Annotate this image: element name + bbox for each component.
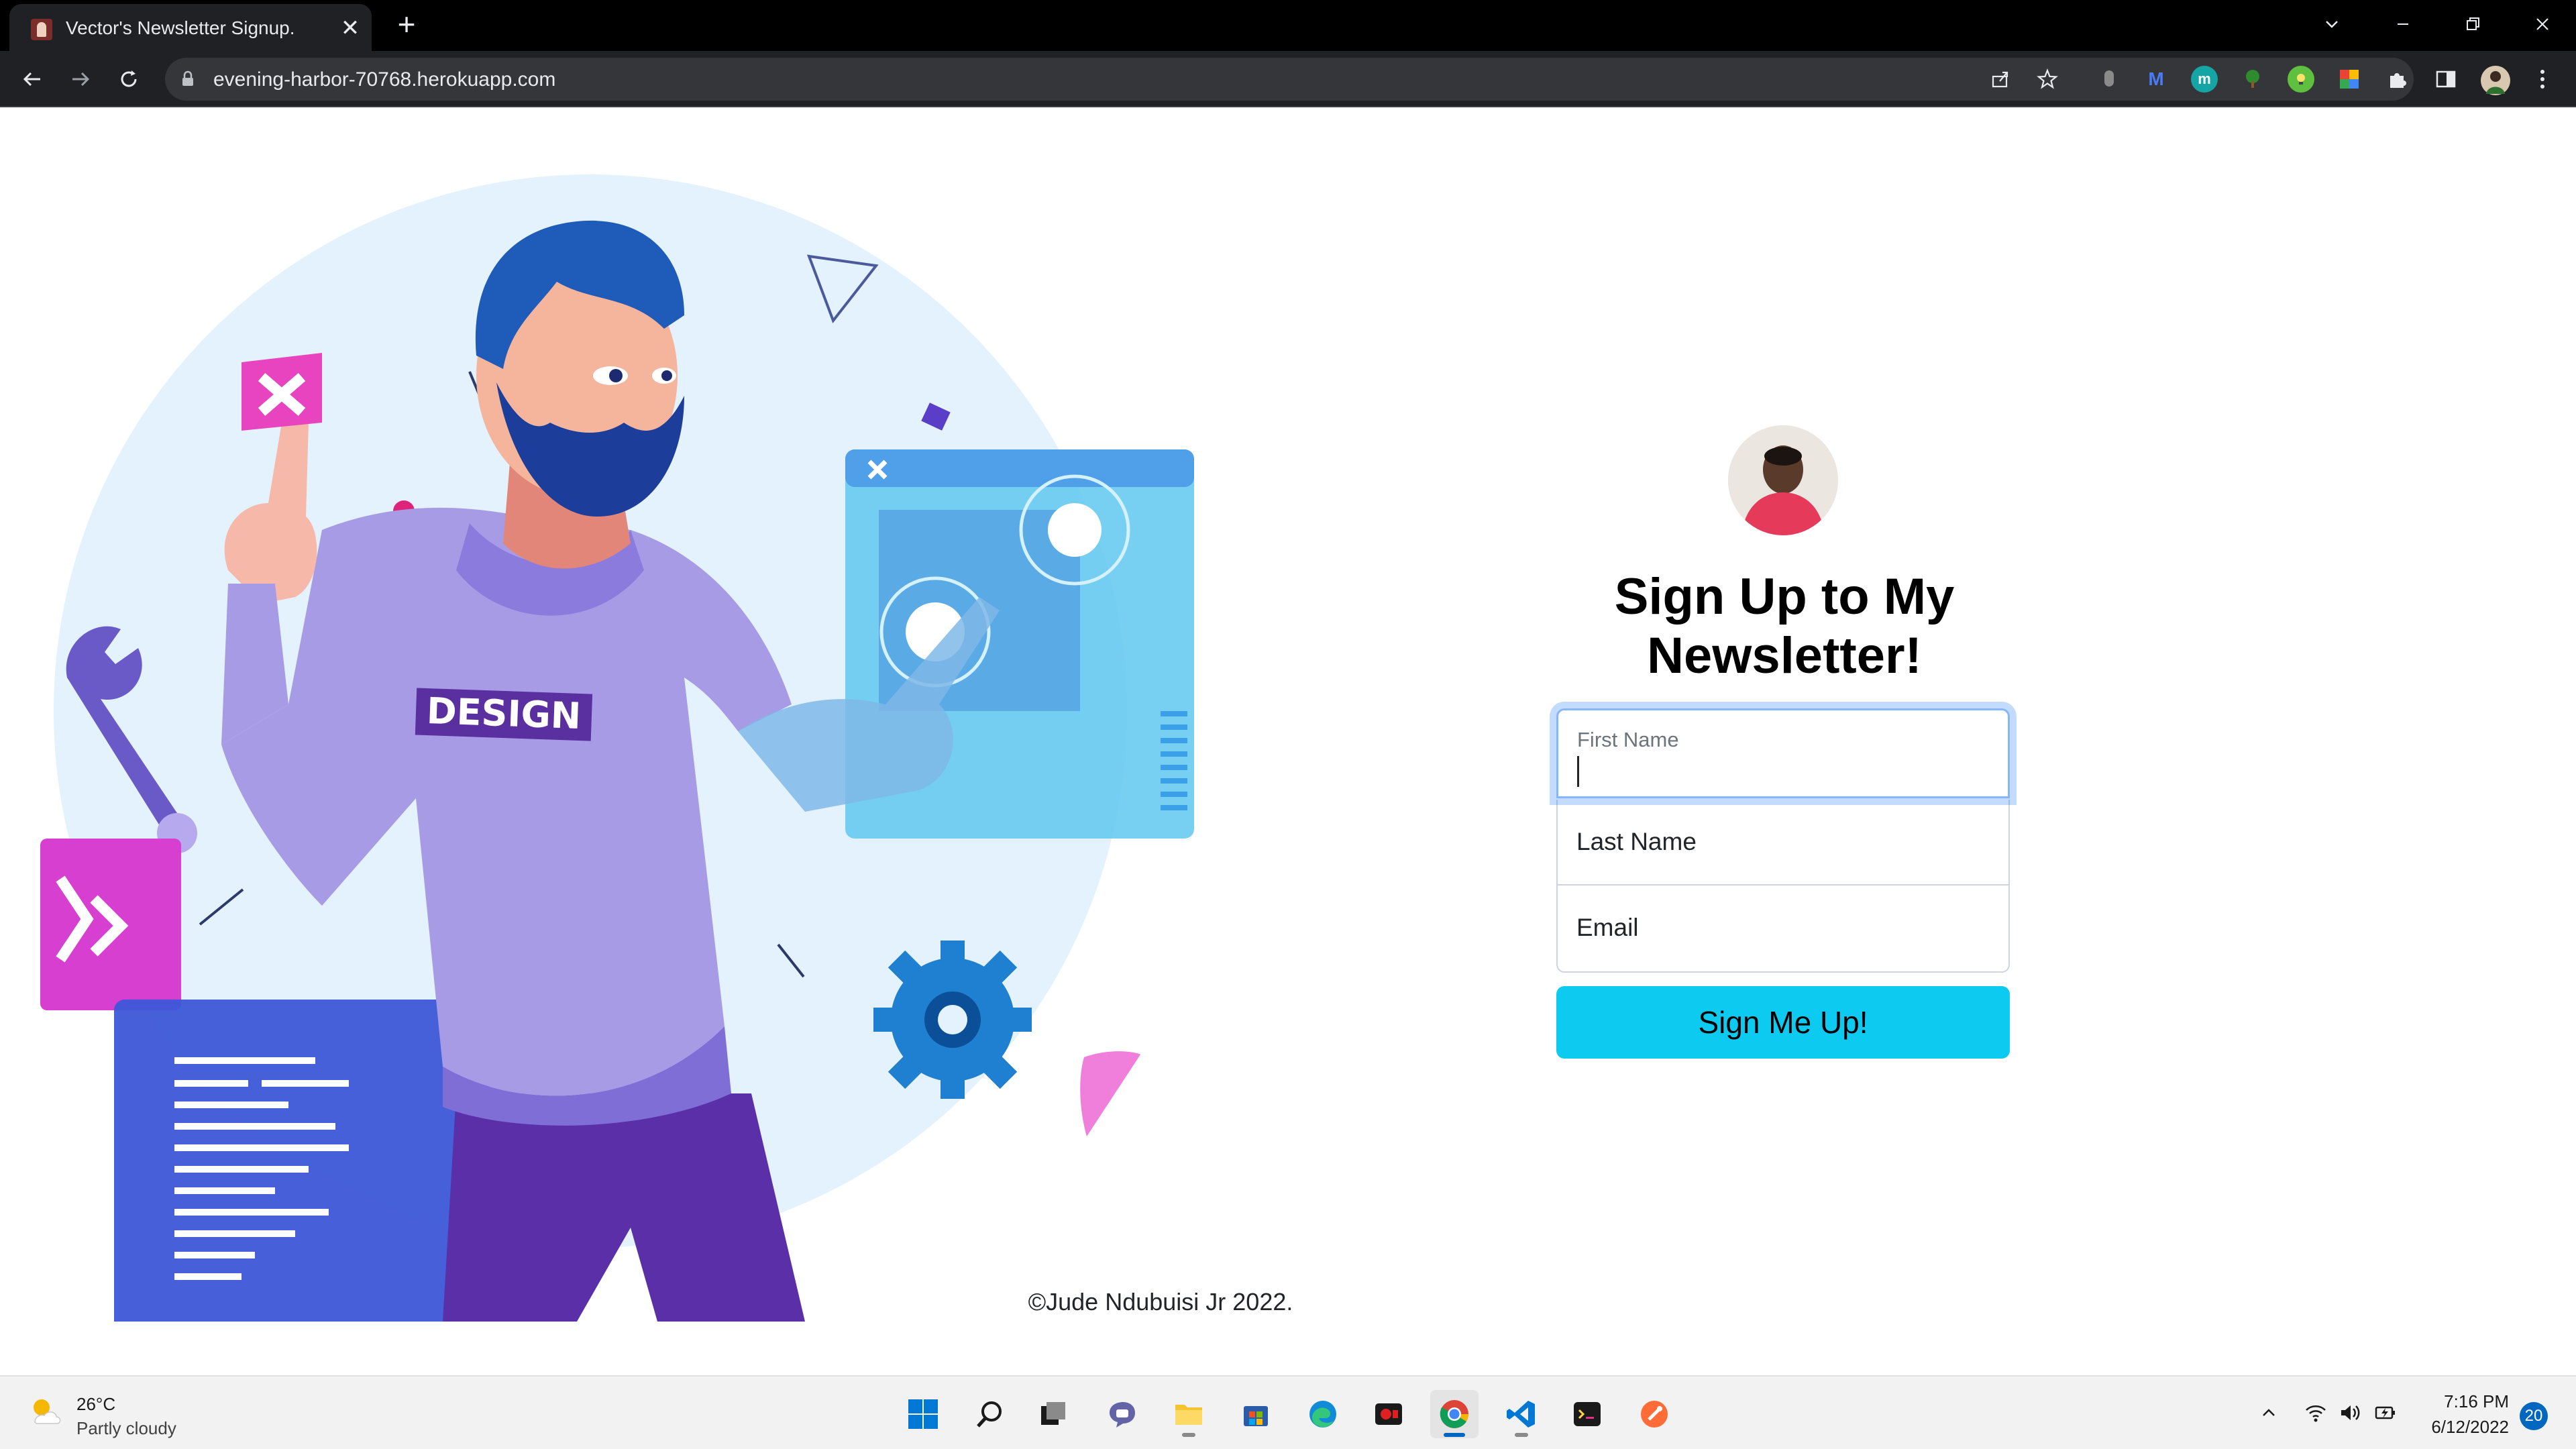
share-icon[interactable] [1987, 66, 2014, 93]
lock-icon [178, 70, 197, 89]
windows-taskbar: 26°C Partly cloudy 7:16 PM 6/12/2022 20 [0, 1375, 2576, 1449]
extension-m-circle-icon[interactable]: m [2191, 66, 2218, 93]
chrome-browser-icon[interactable] [1430, 1390, 1479, 1438]
close-window-icon[interactable] [2522, 4, 2563, 44]
last-name-field[interactable]: Last Name [1556, 800, 2010, 885]
notification-badge[interactable]: 20 [2520, 1402, 2548, 1430]
close-sign-icon [241, 353, 322, 431]
clock-time[interactable]: 7:16 PM [2422, 1391, 2509, 1412]
form-title: Sign Up to My Newsletter! [1614, 568, 1955, 684]
task-view-icon[interactable] [1029, 1390, 1077, 1438]
extension-bulb-icon[interactable] [2288, 66, 2314, 93]
bookmark-star-icon[interactable] [2034, 66, 2061, 93]
chrome-menu-icon[interactable] [2529, 66, 2556, 93]
pink-leaf-shape [1080, 1051, 1140, 1136]
back-arrow-icon[interactable] [13, 60, 51, 98]
minimize-icon[interactable] [2383, 4, 2423, 44]
browser-toolbar: evening-harbor-70768.herokuapp.com M m [0, 51, 2576, 107]
edge-browser-icon[interactable] [1299, 1390, 1347, 1438]
extension-mouse-icon[interactable] [2096, 66, 2123, 93]
tab-strip: Vector's Newsletter Signup. ✕ + [0, 0, 2576, 51]
extension-m-icon[interactable]: M [2143, 66, 2169, 93]
gear-icon [873, 941, 1032, 1099]
email-field[interactable]: Email [1556, 885, 2010, 973]
forward-arrow-icon[interactable] [62, 60, 99, 98]
avatar-favicon-icon [31, 19, 52, 40]
shirt-design-label: DESIGN [415, 688, 593, 741]
svg-text:DESIGN: DESIGN [426, 690, 582, 737]
volume-icon[interactable] [2336, 1399, 2363, 1426]
tab-active[interactable]: Vector's Newsletter Signup. ✕ [9, 4, 372, 51]
battery-charging-icon[interactable] [2372, 1399, 2399, 1426]
url-text: evening-harbor-70768.herokuapp.com [213, 68, 556, 91]
first-name-field[interactable]: First Name [1556, 708, 2010, 798]
extension-tree-icon[interactable] [2239, 66, 2266, 93]
reload-icon[interactable] [110, 60, 148, 98]
man-legs [443, 1093, 805, 1322]
side-panel-icon[interactable] [2432, 66, 2459, 93]
restore-icon[interactable] [2453, 4, 2493, 44]
profile-avatar-icon[interactable] [2481, 66, 2510, 95]
tab-close-icon[interactable]: ✕ [335, 13, 365, 43]
postman-icon[interactable] [1630, 1390, 1678, 1438]
partly-cloudy-icon [34, 1399, 61, 1424]
weather-description: Partly cloudy [76, 1418, 176, 1438]
screen-recorder-icon[interactable] [1364, 1390, 1413, 1438]
wifi-icon[interactable] [2302, 1399, 2329, 1426]
teams-chat-icon[interactable] [1097, 1390, 1146, 1438]
file-explorer-icon[interactable] [1165, 1390, 1213, 1438]
terminal-icon[interactable] [1563, 1390, 1611, 1438]
tab-search-chevron-icon[interactable] [2312, 4, 2352, 44]
microsoft-store-icon[interactable] [1232, 1390, 1280, 1438]
address-bar[interactable]: evening-harbor-70768.herokuapp.com [165, 58, 2414, 101]
first-name-label: First Name [1577, 728, 1679, 751]
sign-me-up-button[interactable]: Sign Me Up! [1556, 986, 2010, 1059]
footer-copyright: ©Jude Ndubuisi Jr 2022. [1028, 1288, 1293, 1316]
text-caret [1577, 756, 1579, 787]
weather-temperature: 26°C [76, 1394, 116, 1414]
running-indicator [1515, 1433, 1528, 1437]
extensions-puzzle-icon[interactable] [2384, 66, 2411, 93]
author-avatar [1728, 425, 1838, 535]
last-name-placeholder: Last Name [1576, 828, 1697, 855]
running-indicator [1182, 1433, 1195, 1437]
clock-date[interactable]: 6/12/2022 [2408, 1417, 2509, 1438]
tab-title: Vector's Newsletter Signup. [66, 17, 295, 38]
new-tab-button[interactable]: + [392, 9, 421, 40]
extension-colorful-icon[interactable] [2336, 66, 2363, 93]
vscode-icon[interactable] [1497, 1390, 1546, 1438]
hero-illustration: DESIGN [40, 174, 1194, 1322]
start-windows-icon[interactable] [899, 1390, 947, 1438]
active-indicator [1444, 1433, 1465, 1437]
show-hidden-icons-chevron-icon[interactable] [2255, 1399, 2282, 1426]
search-icon[interactable] [966, 1390, 1014, 1438]
page-viewport: DESIGN Sign Up to My Newsletter! First N… [0, 107, 2576, 1375]
email-placeholder: Email [1576, 914, 1639, 941]
